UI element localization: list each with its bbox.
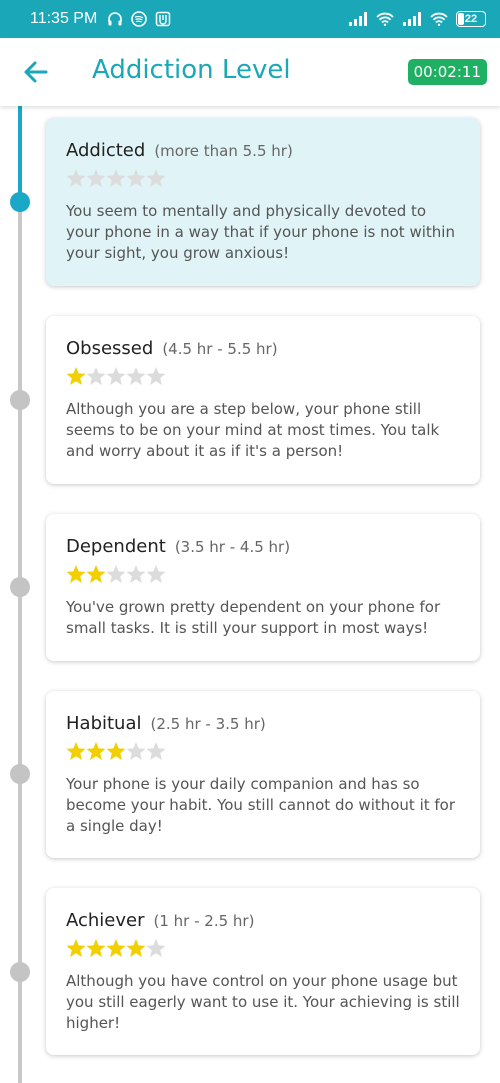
level-description: Although you are a step below, your phon… (66, 400, 440, 460)
star-empty-icon (146, 367, 166, 385)
level-range: (3.5 hr - 4.5 hr) (174, 538, 291, 556)
signal-icon (403, 12, 421, 26)
level-range: (more than 5.5 hr) (154, 142, 293, 160)
star-filled-icon (106, 939, 126, 957)
star-empty-icon (146, 939, 166, 957)
level-name: Achiever (66, 910, 145, 931)
timeline-dot-obsessed (10, 390, 30, 410)
star-filled-icon (66, 742, 86, 760)
spotify-icon (131, 11, 148, 27)
level-description: Although you have control on your phone … (66, 972, 460, 1032)
star-rating (66, 563, 460, 587)
star-empty-icon (146, 169, 166, 187)
level-range: (4.5 hr - 5.5 hr) (162, 340, 278, 358)
timeline-dot-habitual (10, 764, 30, 784)
timeline-dot-addicted (10, 192, 30, 212)
star-empty-icon (86, 367, 106, 385)
status-time: 11:35 PM (30, 10, 98, 27)
page-title: Addiction Level (92, 55, 291, 85)
level-description: Your phone is your daily companion and h… (66, 775, 456, 835)
arrow-left-icon (24, 61, 48, 83)
level-name: Obsessed (66, 338, 154, 359)
signal-icon (349, 12, 367, 26)
level-range: (1 hr - 2.5 hr) (153, 912, 255, 930)
star-filled-icon (126, 939, 146, 957)
star-filled-icon (106, 742, 126, 760)
star-rating (66, 365, 460, 389)
battery-level: 22 (464, 13, 478, 25)
level-name: Habitual (66, 713, 142, 734)
level-name: Addicted (66, 140, 146, 161)
star-empty-icon (126, 565, 146, 583)
level-card-achiever[interactable]: Achiever (1 hr - 2.5 hr) Although you ha… (46, 888, 480, 1055)
star-filled-icon (66, 367, 86, 385)
level-card-habitual[interactable]: Habitual (2.5 hr - 3.5 hr) Your phone is… (46, 691, 480, 858)
star-empty-icon (106, 169, 126, 187)
star-rating (66, 937, 460, 961)
app-notification-icon (156, 11, 171, 27)
star-empty-icon (146, 742, 166, 760)
level-card-dependent[interactable]: Dependent (3.5 hr - 4.5 hr) You've grown… (46, 514, 480, 661)
status-bar: 11:35 PM 22 (0, 0, 500, 38)
level-description: You seem to mentally and physically devo… (66, 202, 455, 262)
level-name: Dependent (66, 536, 166, 557)
battery-indicator: 22 (456, 11, 486, 27)
star-empty-icon (106, 367, 126, 385)
star-filled-icon (86, 939, 106, 957)
back-button[interactable] (22, 58, 50, 86)
level-card-obsessed[interactable]: Obsessed (4.5 hr - 5.5 hr) Although you … (46, 316, 480, 484)
star-empty-icon (126, 169, 146, 187)
timeline-track-active (18, 106, 22, 202)
session-timer: 00:02:11 (407, 59, 487, 85)
headphones-icon (108, 12, 123, 26)
star-empty-icon (106, 565, 126, 583)
star-empty-icon (66, 169, 86, 187)
wifi-icon (430, 12, 448, 26)
timeline-dot-achiever (10, 962, 30, 982)
app-bar: Addiction Level 00:02:11 (0, 38, 500, 106)
star-empty-icon (146, 565, 166, 583)
level-range: (2.5 hr - 3.5 hr) (150, 715, 266, 733)
timeline-dot-dependent (10, 577, 30, 597)
level-card-addicted[interactable]: Addicted (more than 5.5 hr) You seem to … (46, 118, 480, 286)
star-rating (66, 167, 460, 191)
star-filled-icon (86, 742, 106, 760)
wifi-icon (376, 12, 394, 26)
star-empty-icon (126, 742, 146, 760)
level-description: You've grown pretty dependent on your ph… (66, 598, 441, 637)
star-rating (66, 740, 460, 764)
star-filled-icon (66, 939, 86, 957)
star-empty-icon (126, 367, 146, 385)
star-empty-icon (86, 169, 106, 187)
star-filled-icon (66, 565, 86, 583)
star-filled-icon (86, 565, 106, 583)
